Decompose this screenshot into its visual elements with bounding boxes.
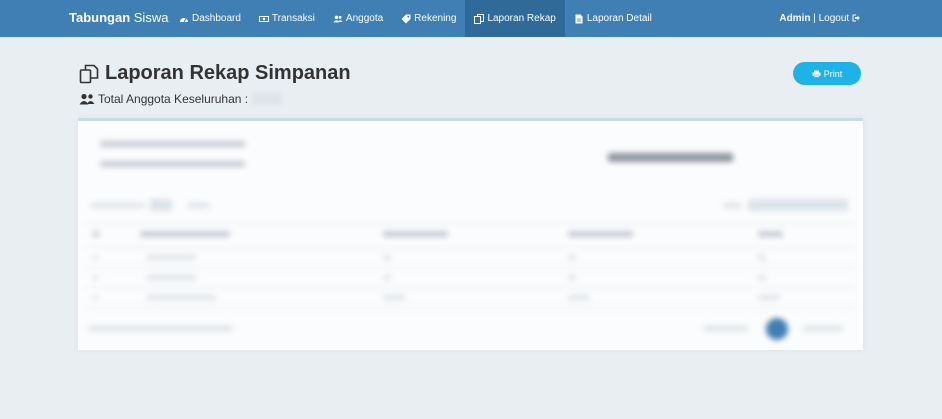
navbar: Tabungan Siswa Dashboard Transaksi Anggo…: [0, 0, 942, 37]
page-title-text: Laporan Rekap Simpanan: [105, 62, 351, 84]
nav-label: Anggota: [345, 13, 384, 24]
nav-label: Laporan Detail: [586, 13, 652, 24]
tag-icon: [401, 14, 411, 23]
report-card-blurred: [78, 118, 863, 350]
brand[interactable]: Tabungan Siswa: [69, 10, 168, 25]
users-icon: [79, 93, 95, 105]
file-icon: [575, 14, 583, 23]
nav-label: Transaksi: [271, 13, 315, 24]
separator: |: [813, 13, 816, 24]
total-members-value-blurred: [252, 93, 283, 105]
brand-light: Siswa: [133, 10, 169, 25]
copy-icon: [79, 64, 99, 83]
nav-label: Dashboard: [192, 13, 241, 24]
print-button[interactable]: Print: [793, 62, 861, 85]
money-icon: [258, 15, 269, 22]
user-name: Admin: [779, 13, 811, 24]
nav-item-laporan-rekap[interactable]: Laporan Rekap: [465, 0, 565, 37]
brand-bold: Tabungan: [69, 10, 131, 25]
nav-item-anggota[interactable]: Anggota: [324, 0, 392, 37]
nav-label: Rekening: [414, 13, 457, 24]
total-members-label: Total Anggota Keseluruhan :: [98, 92, 249, 106]
logout-icon: [852, 14, 860, 22]
dashboard-icon: [180, 17, 188, 22]
blurred-report-content: [78, 121, 863, 350]
total-members: Total Anggota Keseluruhan :: [79, 92, 283, 106]
print-label: Print: [823, 68, 843, 79]
print-icon: [812, 70, 821, 78]
copy-icon: [474, 13, 485, 24]
nav-menu: Dashboard Transaksi Anggota Rekening Lap…: [170, 0, 661, 37]
nav-item-rekening[interactable]: Rekening: [392, 0, 465, 37]
users-icon: [333, 15, 343, 22]
nav-item-transaksi[interactable]: Transaksi: [250, 0, 324, 37]
nav-item-laporan-detail[interactable]: Laporan Detail: [565, 0, 661, 37]
logout-link[interactable]: Logout: [819, 13, 860, 24]
page-title: Laporan Rekap Simpanan: [79, 62, 351, 85]
nav-label: Laporan Rekap: [487, 13, 556, 24]
nav-item-dashboard[interactable]: Dashboard: [170, 0, 250, 37]
user-area: Admin | Logout: [779, 13, 860, 24]
